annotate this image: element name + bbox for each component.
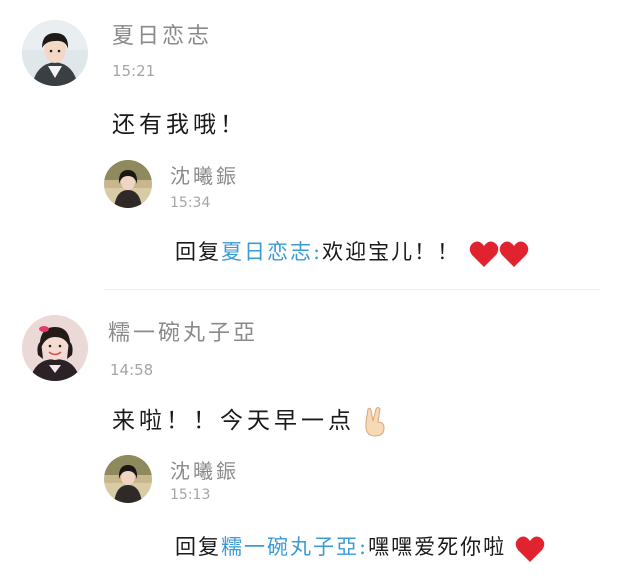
comment-divider [104, 289, 600, 290]
reply-prefix: 回复 [175, 240, 221, 264]
reply-time: 15:13 [170, 487, 211, 503]
comment-text: 还有我哦！ [112, 112, 247, 138]
comment-author[interactable]: 糯一碗丸子亞 [108, 315, 258, 347]
comment-author[interactable]: 夏日恋志 [112, 18, 212, 50]
comment-time: 14:58 [110, 361, 154, 379]
reply-text: 嘿嘿爱死你啦 [368, 535, 507, 559]
comment-time: 15:21 [112, 62, 156, 80]
reply-author[interactable]: 沈曦鋠 [170, 160, 239, 189]
mention-link[interactable]: 夏日恋志: [221, 240, 322, 264]
red-heart-icon [469, 241, 499, 267]
avatar[interactable] [22, 20, 88, 86]
red-heart-icon [515, 536, 545, 562]
reply-author[interactable]: 沈曦鋠 [170, 455, 239, 484]
reply-time: 15:34 [170, 195, 211, 211]
avatar-reply-photo [104, 160, 152, 208]
comment-item[interactable]: 糯一碗丸子亞 14:58 来啦！！今天早一点 沈曦鋠 15:13 回复糯一碗丸子… [0, 293, 640, 585]
avatar[interactable] [104, 455, 152, 503]
reply-text-line: 回复糯一碗丸子亞:嘿嘿爱死你啦 [175, 531, 545, 563]
reply-prefix: 回复 [175, 535, 221, 559]
avatar-girl-photo [22, 315, 88, 381]
avatar[interactable] [22, 315, 88, 381]
mention-link[interactable]: 糯一碗丸子亞: [221, 535, 368, 559]
avatar-reply-photo [104, 455, 152, 503]
reply-text-line: 回复夏日恋志:欢迎宝儿！！ [175, 236, 529, 268]
comment-item[interactable]: 夏日恋志 15:21 还有我哦！ 沈曦鋠 15:34 回复夏日恋志:欢迎宝儿！！ [0, 0, 640, 290]
avatar-boy-photo [22, 20, 88, 86]
avatar[interactable] [104, 160, 152, 208]
victory-hand-icon [365, 407, 385, 437]
reply-text: 欢迎宝儿！！ [322, 240, 461, 264]
red-heart-icon [499, 241, 529, 267]
comment-text: 来啦！！今天早一点 [112, 408, 355, 434]
comment-text-line: 来啦！！今天早一点 [112, 401, 389, 438]
